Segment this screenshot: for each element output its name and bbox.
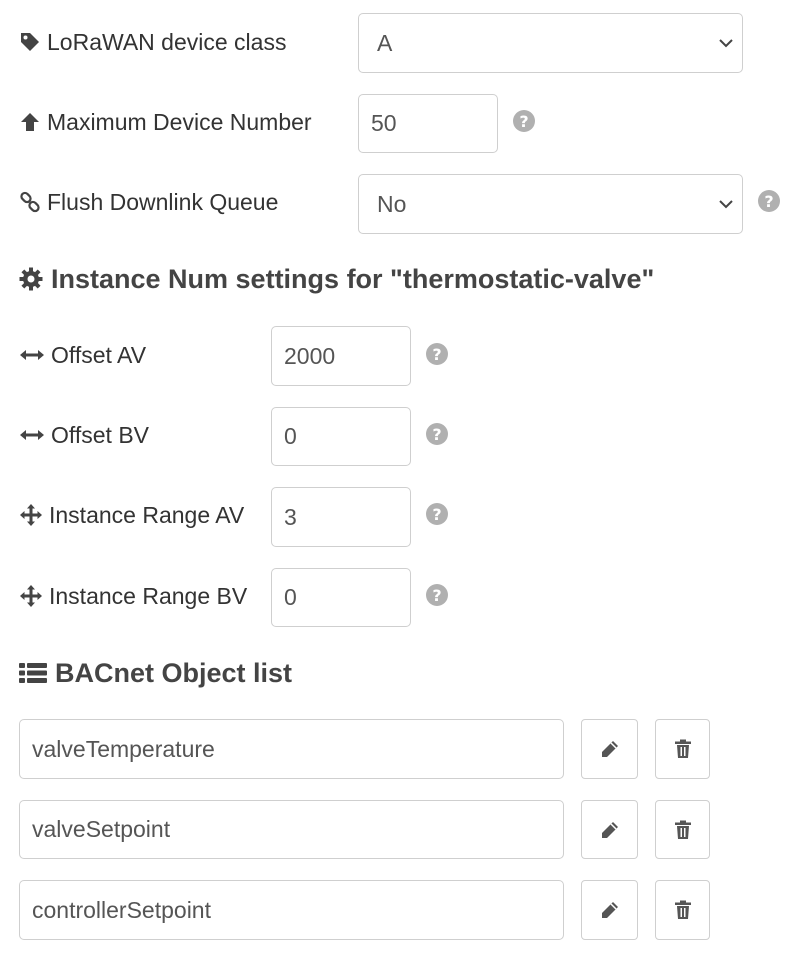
link-icon	[20, 191, 40, 213]
object-item-input[interactable]: controllerSetpoint	[19, 880, 564, 940]
offset-av-input[interactable]: 2000	[271, 326, 411, 386]
arrow-up-icon	[21, 113, 39, 131]
instance-settings-heading: Instance Num settings for "thermostatic-…	[19, 262, 654, 296]
chevron-down-icon	[719, 200, 733, 209]
help-icon[interactable]: ?	[426, 423, 448, 445]
offset-bv-label: Offset BV	[19, 420, 149, 450]
arrows-h-icon	[20, 350, 44, 360]
edit-button[interactable]	[581, 719, 638, 779]
arrows-icon	[20, 585, 42, 607]
flush-queue-select[interactable]: No	[358, 174, 743, 234]
pencil-icon	[601, 821, 618, 838]
max-devices-label: Maximum Device Number	[19, 107, 312, 137]
device-class-select[interactable]: A	[358, 13, 743, 73]
edit-button[interactable]	[581, 800, 638, 859]
max-devices-input[interactable]: 50	[358, 94, 498, 153]
edit-button[interactable]	[581, 880, 638, 940]
instance-range-bv-input[interactable]: 0	[271, 568, 411, 627]
device-class-label: LoRaWAN device class	[19, 27, 286, 57]
help-icon[interactable]: ?	[513, 110, 535, 132]
help-icon[interactable]: ?	[426, 343, 448, 365]
trash-icon	[674, 739, 691, 758]
trash-icon	[674, 820, 691, 839]
object-item-input[interactable]: valveTemperature	[19, 719, 564, 779]
arrows-h-icon	[20, 430, 44, 440]
instance-range-av-label: Instance Range AV	[19, 500, 244, 530]
delete-button[interactable]	[655, 800, 710, 859]
arrows-icon	[20, 504, 42, 526]
tag-icon	[21, 33, 39, 51]
help-icon[interactable]: ?	[758, 190, 780, 212]
instance-range-bv-label: Instance Range BV	[19, 581, 247, 611]
delete-button[interactable]	[655, 719, 710, 779]
offset-bv-input[interactable]: 0	[271, 407, 411, 466]
help-icon[interactable]: ?	[426, 584, 448, 606]
list-icon	[19, 663, 47, 683]
delete-button[interactable]	[655, 880, 710, 940]
object-item-input[interactable]: valveSetpoint	[19, 800, 564, 859]
offset-av-label: Offset AV	[19, 340, 146, 370]
pencil-icon	[601, 741, 618, 757]
object-list-heading: BACnet Object list	[19, 656, 292, 690]
help-icon[interactable]: ?	[426, 503, 448, 525]
gear-icon	[19, 267, 43, 291]
flush-queue-label: Flush Downlink Queue	[19, 187, 278, 217]
instance-range-av-input[interactable]: 3	[271, 487, 411, 547]
trash-icon	[674, 900, 691, 919]
chevron-down-icon	[719, 39, 733, 48]
pencil-icon	[601, 902, 618, 918]
